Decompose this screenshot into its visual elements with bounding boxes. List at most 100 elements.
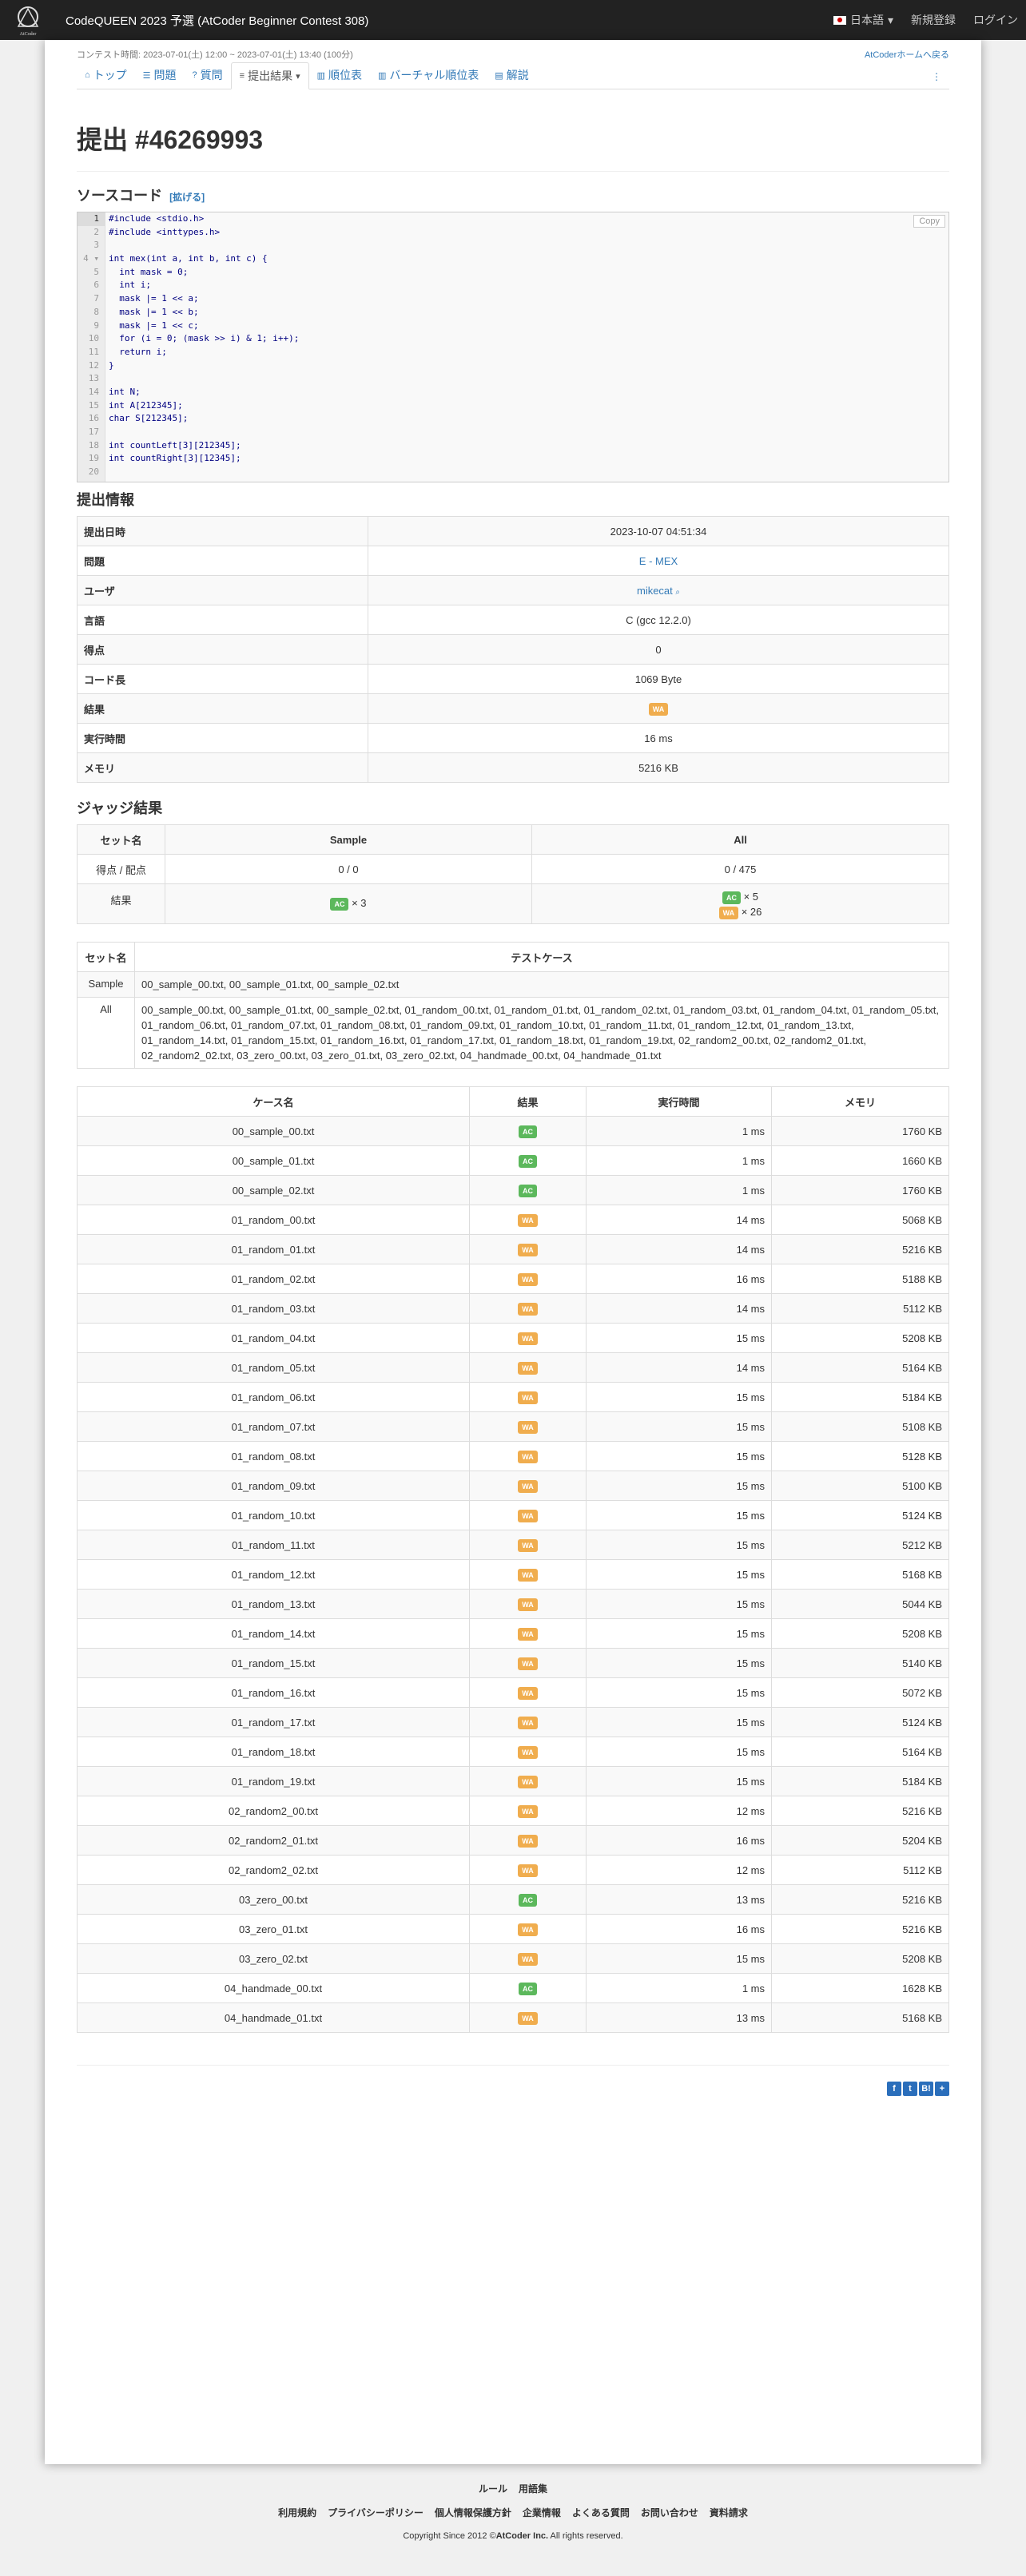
tab-top[interactable]: ⌂ トップ	[77, 62, 135, 89]
exec-time: 14 ms	[586, 1205, 772, 1235]
copy-button[interactable]: Copy	[913, 215, 945, 228]
more-icon[interactable]: ⋮	[932, 71, 941, 82]
source-code-editor[interactable]: 1 #include <stdio.h> 2 #include <inttypes.h…	[77, 212, 949, 482]
exec-time: 16 ms	[586, 1914, 772, 1944]
exec-time-value: 16 ms	[368, 723, 949, 753]
case-name: 01_random_04.txt	[77, 1323, 470, 1353]
divider	[77, 171, 949, 172]
judge-heading: ジャッジ結果	[77, 800, 163, 816]
code-text: char S[212345];	[109, 413, 189, 424]
tab-standings[interactable]: ▥ 順位表	[309, 62, 370, 89]
code-text: int mex(int a, int b, int c) {	[109, 253, 268, 264]
footer-link[interactable]: よくある質問	[572, 2506, 630, 2519]
table-row: 01_random_18.txt WA 15 ms 5164 KB	[77, 1737, 949, 1767]
code-line: 2 #include <inttypes.h>	[78, 226, 948, 240]
case-name: 01_random_03.txt	[77, 1293, 470, 1324]
case-name: 00_sample_02.txt	[77, 1175, 470, 1205]
share-buttons: f t B! +	[77, 2082, 949, 2096]
ac-count: × 5	[743, 890, 759, 903]
memory-usage: 5124 KB	[771, 1707, 949, 1737]
language-menu[interactable]: 日本語 ▾	[833, 12, 893, 28]
svg-text:AtCoder: AtCoder	[20, 32, 37, 37]
footer-link[interactable]: 用語集	[519, 2482, 547, 2495]
code-line: 19 int countRight[3][12345];	[78, 452, 948, 466]
footer-link[interactable]: プライバシーポリシー	[328, 2506, 424, 2519]
exec-time: 15 ms	[586, 1943, 772, 1974]
exec-time: 15 ms	[586, 1559, 772, 1590]
table-row: 01_random_15.txt WA 15 ms 5140 KB	[77, 1648, 949, 1678]
code-text: int countLeft[3][212345];	[109, 439, 241, 451]
result-cell: WA	[469, 1648, 587, 1678]
contest-tabs: ⌂ トップ ☰ 問題 ? 質問 ≡ 提出結果 ▾ ▥ 順位表 ▥ バーチャル順位表 ▤ 解説 ⋮	[77, 61, 949, 89]
user-link[interactable]: mikecat	[637, 585, 673, 597]
search-icon[interactable]: ⌕	[675, 588, 680, 597]
set-name: Sample	[77, 971, 135, 998]
table-row: 01_random_16.txt WA 15 ms 5072 KB	[77, 1677, 949, 1708]
footer-link[interactable]: ルール	[479, 2482, 507, 2495]
footer-link[interactable]: 資料請求	[710, 2506, 748, 2519]
table-row: 01_random_00.txt WA 14 ms 5068 KB	[77, 1205, 949, 1235]
code-text: }	[109, 359, 114, 371]
tab-clarifications[interactable]: ? 質問	[185, 62, 231, 89]
code-line: 16 char S[212345];	[78, 412, 948, 426]
table-row: ユーザ mikecat ⌕	[77, 575, 949, 605]
exec-time: 1 ms	[586, 1116, 772, 1146]
case-name: 01_random_05.txt	[77, 1352, 470, 1383]
footer-link[interactable]: お問い合わせ	[641, 2506, 698, 2519]
column-header: Sample	[165, 824, 532, 855]
memory-usage: 5216 KB	[771, 1914, 949, 1944]
case-name: 01_random_07.txt	[77, 1411, 470, 1442]
tab-tasks[interactable]: ☰ 問題	[135, 62, 185, 89]
line-number: 6	[93, 280, 99, 291]
contest-title[interactable]: CodeQUEEN 2023 予選 (AtCoder Beginner Cont…	[66, 12, 368, 29]
result-cell: WA	[469, 1205, 587, 1235]
task-link[interactable]: E - MEX	[639, 555, 678, 567]
code-line: 5 int mask = 0;	[78, 266, 948, 280]
contest-bar: コンテスト時間: 2023-07-01(土) 12:00 ~ 2023-07-0…	[77, 40, 949, 61]
footer-link[interactable]: 個人情報保護方針	[435, 2506, 511, 2519]
case-name: 01_random_11.txt	[77, 1530, 470, 1560]
table-row: 03_zero_01.txt WA 16 ms 5216 KB	[77, 1914, 949, 1944]
exec-time: 15 ms	[586, 1441, 772, 1471]
tab-submissions[interactable]: ≡ 提出結果 ▾	[230, 62, 309, 89]
tab-virtual-standings[interactable]: ▥ バーチャル順位表	[370, 62, 487, 89]
code-line: 4 ▾ int mex(int a, int b, int c) {	[78, 252, 948, 266]
line-number: 9	[93, 320, 99, 331]
table-row: 03_zero_00.txt AC 13 ms 5216 KB	[77, 1884, 949, 1915]
expand-link[interactable]: [拡げる]	[169, 192, 205, 203]
memory-usage: 5208 KB	[771, 1618, 949, 1649]
column-header: ケース名	[77, 1086, 470, 1117]
footer-link[interactable]: 利用規約	[278, 2506, 316, 2519]
submission-info-table: 提出日時 2023-10-07 04:51:34 問題 E - MEX ユーザ mik…	[77, 516, 949, 783]
status-badge: WA	[518, 1804, 538, 1818]
code-line: 10 for (i = 0; (mask >> i) & 1; i++);	[78, 332, 948, 346]
page-title: 提出 #46269993	[77, 125, 264, 154]
column-header: 実行時間	[586, 1086, 772, 1117]
footer-link[interactable]: 企業情報	[523, 2506, 561, 2519]
table-row: 言語 C (gcc 12.2.0)	[77, 605, 949, 635]
exec-time: 14 ms	[586, 1234, 772, 1264]
code-line: 14 int N;	[78, 386, 948, 399]
signup-link[interactable]: 新規登録	[911, 12, 956, 28]
atcoder-home-link[interactable]: AtCoderホームへ戻る	[865, 48, 949, 61]
facebook-share-icon[interactable]: f	[887, 2082, 901, 2096]
code-text: mask |= 1 << b;	[109, 306, 199, 317]
tab-label: 提出結果	[248, 69, 293, 82]
set-cases: 00_sample_00.txt, 00_sample_01.txt, 00_s…	[134, 971, 949, 998]
exec-time: 15 ms	[586, 1411, 772, 1442]
case-name: 01_random_13.txt	[77, 1589, 470, 1619]
login-link[interactable]: ログイン	[973, 12, 1018, 28]
exec-time: 15 ms	[586, 1618, 772, 1649]
tab-editorial[interactable]: ▤ 解説	[487, 62, 536, 89]
status-badge: WA	[518, 1834, 538, 1848]
exec-time: 15 ms	[586, 1648, 772, 1678]
code-text: #include <stdio.h>	[109, 213, 205, 224]
atcoder-logo[interactable]: AtCoder	[8, 2, 48, 38]
hatena-share-icon[interactable]: B!	[919, 2082, 933, 2096]
twitter-share-icon[interactable]: t	[903, 2082, 917, 2096]
code-line: 18 int countLeft[3][212345];	[78, 439, 948, 453]
line-number: 18	[88, 439, 99, 451]
more-share-icon[interactable]: +	[935, 2082, 949, 2096]
result-cell: WA	[469, 1677, 587, 1708]
code-text: for (i = 0; (mask >> i) & 1; i++);	[109, 333, 300, 344]
